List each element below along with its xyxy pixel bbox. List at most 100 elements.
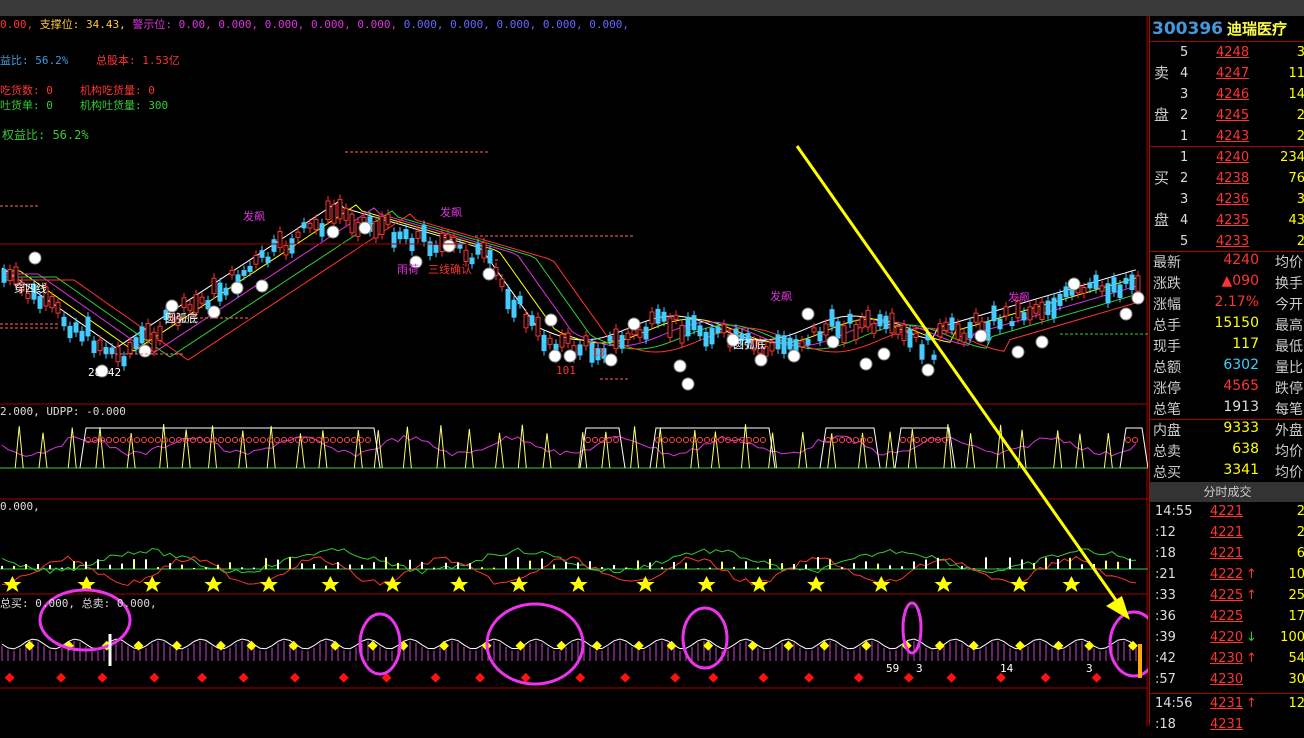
smiley-icon xyxy=(877,347,891,361)
candle-body xyxy=(499,278,505,288)
smiley-icon xyxy=(230,281,244,295)
spike-mark xyxy=(495,432,505,469)
candle-body xyxy=(583,335,589,347)
candle-body xyxy=(61,316,67,327)
band-dot xyxy=(1132,437,1138,443)
candle-body xyxy=(1063,286,1069,298)
candle-body xyxy=(415,230,421,239)
candle-body xyxy=(565,332,571,344)
candle-body xyxy=(199,296,205,304)
smiley-icon xyxy=(1119,307,1133,321)
stat-label: 总买 xyxy=(1153,465,1181,481)
band-dot xyxy=(585,437,591,443)
band-dot xyxy=(302,437,308,443)
candle-body xyxy=(397,231,403,240)
candle-body xyxy=(1045,300,1051,316)
total-shares-label: 总股本: 1.53亿 xyxy=(96,54,180,67)
band-dot xyxy=(365,437,371,443)
sell-price: 4248 xyxy=(1216,45,1250,60)
candle-body xyxy=(289,238,295,254)
tick-price: 4221 xyxy=(1210,525,1244,540)
buy-row: 3 4236 3 xyxy=(1150,192,1304,213)
indicator-line xyxy=(1,434,1137,458)
tick-row[interactable]: :39 4220 ↓ 100 xyxy=(1150,630,1304,651)
buy-level: 5 xyxy=(1180,234,1189,249)
sell-level: 5 xyxy=(1180,45,1189,60)
tick-row[interactable]: :33 4225 ↑ 25 xyxy=(1150,588,1304,609)
diamond-marker xyxy=(968,640,979,651)
candle-body xyxy=(79,330,85,342)
spike-mark xyxy=(740,424,750,469)
tick-time: :57 xyxy=(1155,672,1176,687)
candle-body xyxy=(127,342,133,355)
tick-time: :18 xyxy=(1155,717,1176,732)
num-label-13: 13 xyxy=(592,346,606,359)
band-dot xyxy=(351,437,357,443)
warning-label: 警示位: 0.00, 0.000, 0.000, 0.000, 0.000, xyxy=(132,18,398,31)
candle-body xyxy=(373,221,379,239)
candle-body xyxy=(505,289,511,310)
tick-row[interactable]: 14:56 4231 ↑ 12 xyxy=(1150,696,1304,717)
tick-time: :12 xyxy=(1155,525,1176,540)
signal-label-6: 三线确认 xyxy=(428,263,472,276)
candle-body xyxy=(883,315,889,330)
candle-body xyxy=(481,241,487,259)
tick-row[interactable]: :21 4222 ↑ 10 xyxy=(1150,567,1304,588)
indicator-line xyxy=(1,638,1137,650)
candle-body xyxy=(1105,283,1111,304)
candle-body xyxy=(823,323,829,336)
tick-volume: 2 xyxy=(1296,504,1304,519)
sub-indicator-1-header: 2.000, UDPP: -0.000 xyxy=(0,405,126,418)
pattern-label-2: 圆弧底 xyxy=(733,338,766,351)
tick-row[interactable]: :36 4225 17 xyxy=(1150,609,1304,630)
diamond-marker xyxy=(197,672,208,683)
tick-time: :33 xyxy=(1155,588,1176,603)
candle-body xyxy=(103,347,109,355)
tick-row[interactable]: :18 4221 6 xyxy=(1150,546,1304,567)
stat-value: 9333 xyxy=(1223,420,1259,436)
star-marker xyxy=(204,576,223,592)
sell-price: 4246 xyxy=(1216,87,1250,102)
tick-time: :21 xyxy=(1155,567,1176,582)
num-label-3a: 3 xyxy=(916,662,923,675)
candle-body xyxy=(973,312,979,323)
candle-body xyxy=(85,316,91,337)
candle-body xyxy=(49,296,55,309)
tick-volume: 17 xyxy=(1288,609,1304,624)
tick-volume: 6 xyxy=(1296,546,1304,561)
spike-mark xyxy=(1103,433,1113,469)
tick-row[interactable]: 14:55 4221 2 xyxy=(1150,504,1304,525)
tick-row[interactable]: :18 4231 xyxy=(1150,717,1304,738)
tick-trades-header[interactable]: 分时成交 xyxy=(1150,482,1304,502)
candle-body xyxy=(313,219,319,231)
candle-body xyxy=(961,332,967,343)
band-dot xyxy=(330,437,336,443)
diamond-marker xyxy=(56,672,66,683)
stat-row: 总笔 1913 每笔 xyxy=(1150,399,1304,420)
candle-body xyxy=(1135,275,1141,292)
candle-body xyxy=(667,317,673,338)
star-marker xyxy=(934,576,953,592)
star-marker xyxy=(636,576,655,592)
kline-chart-area[interactable]: 0.00, 支撑位: 34.43, 警示位: 0.00, 0.000, 0.00… xyxy=(0,16,1148,726)
candle-body xyxy=(211,277,217,295)
candle-body xyxy=(133,337,139,350)
tick-row[interactable]: :57 4230 30 xyxy=(1150,672,1304,693)
buy-level: 1 xyxy=(1180,150,1189,165)
stat-value: 2.17% xyxy=(1214,294,1259,310)
band-dot xyxy=(141,437,147,443)
stat-label: 涨停 xyxy=(1153,381,1181,397)
band-dot xyxy=(218,437,224,443)
band-dot xyxy=(690,437,696,443)
tick-row[interactable]: :12 4221 2 xyxy=(1150,525,1304,546)
tick-volume: 100 xyxy=(1280,630,1304,645)
tick-row[interactable]: :42 4230 ↑ 54 xyxy=(1150,651,1304,672)
candle-body xyxy=(1021,312,1027,321)
candle-body xyxy=(73,322,79,333)
smiley-icon xyxy=(138,344,152,358)
sell-row: 3 4246 14 xyxy=(1150,87,1304,108)
spike-mark xyxy=(353,429,363,469)
band-dot xyxy=(907,437,913,443)
band-outline xyxy=(79,427,381,469)
spike-mark xyxy=(885,431,895,469)
